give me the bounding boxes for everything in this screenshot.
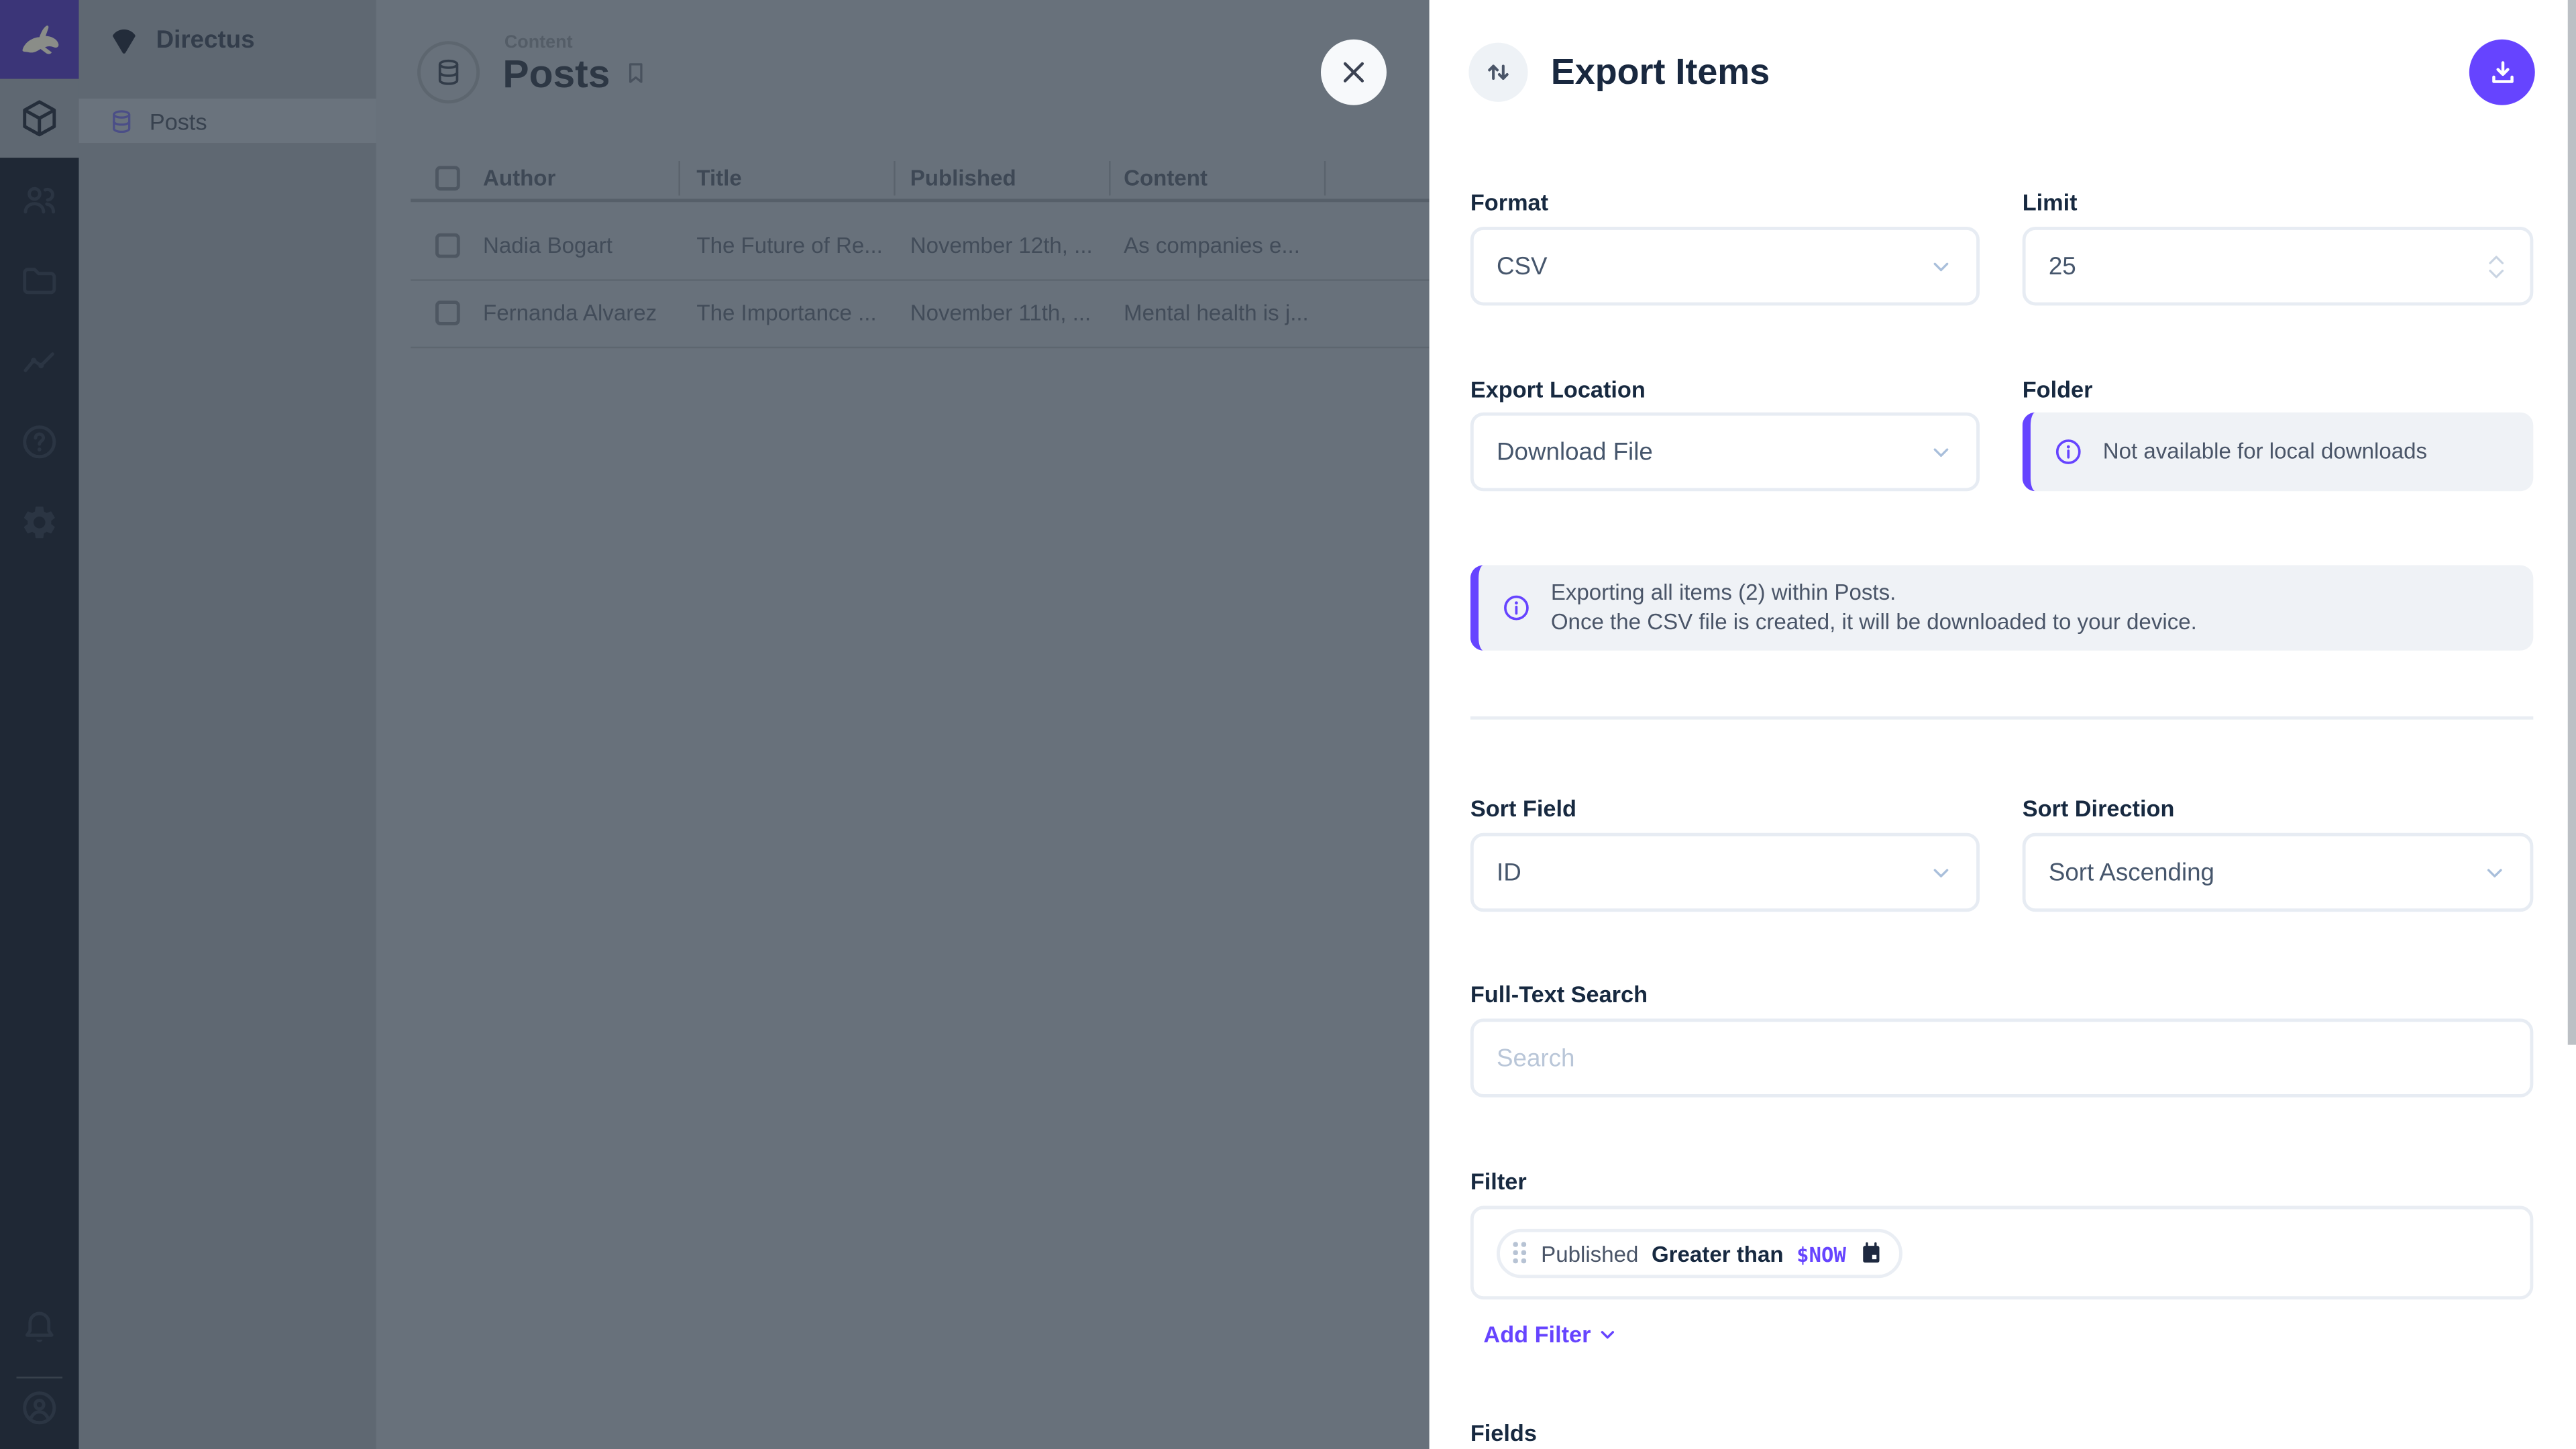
sort-direction-label: Sort Direction xyxy=(2023,795,2175,821)
export-notice-line2: Once the CSV file is created, it will be… xyxy=(1551,608,2197,637)
format-select[interactable]: CSV xyxy=(1470,227,1980,306)
folder-notice: Not available for local downloads xyxy=(2023,413,2534,492)
export-location-value: Download File xyxy=(1497,438,1929,466)
search-label: Full-Text Search xyxy=(1470,981,1648,1007)
filter-value[interactable]: $NOW xyxy=(1796,1241,1846,1266)
chevron-down-icon xyxy=(2482,860,2507,885)
chevron-down-icon xyxy=(1597,1324,1619,1345)
search-input[interactable] xyxy=(1470,1018,2533,1097)
app-root: Directus Posts Content Posts Author Titl… xyxy=(0,0,2576,1449)
add-filter-button[interactable]: Add Filter xyxy=(1483,1321,1619,1347)
section-divider xyxy=(1470,716,2533,720)
sort-direction-select[interactable]: Sort Ascending xyxy=(2023,833,2534,912)
sort-field-label: Sort Field xyxy=(1470,795,1576,821)
import-export-icon xyxy=(1483,58,1513,87)
folder-notice-text: Not available for local downloads xyxy=(2103,437,2427,466)
export-notice-line1: Exporting all items (2) within Posts. xyxy=(1551,578,2197,608)
format-label: Format xyxy=(1470,189,1548,215)
limit-input[interactable]: 25 xyxy=(2023,227,2534,306)
scrollbar-thumb[interactable] xyxy=(2568,0,2576,1045)
limit-value: 25 xyxy=(2049,252,2485,280)
filter-operator[interactable]: Greater than xyxy=(1652,1241,1784,1266)
folder-label: Folder xyxy=(2023,376,2093,402)
add-filter-label: Add Filter xyxy=(1483,1321,1591,1347)
drawer-title: Export Items xyxy=(1551,51,1770,94)
number-stepper[interactable] xyxy=(2485,252,2507,280)
calendar-icon xyxy=(1859,1242,1882,1265)
chevron-down-icon xyxy=(1929,439,1953,464)
import-export-icon-button[interactable] xyxy=(1468,43,1527,102)
download-icon xyxy=(2487,56,2518,88)
sort-field-value: ID xyxy=(1497,859,1929,887)
chevron-down-icon xyxy=(1929,254,1953,278)
close-icon xyxy=(1339,58,1368,87)
export-location-label: Export Location xyxy=(1470,376,1646,402)
stepper-up-icon xyxy=(2485,252,2507,266)
export-notice: Exporting all items (2) within Posts. On… xyxy=(1470,565,2533,650)
format-value: CSV xyxy=(1497,252,1929,280)
close-drawer-button[interactable] xyxy=(1321,40,1387,105)
limit-label: Limit xyxy=(2023,189,2078,215)
fields-label: Fields xyxy=(1470,1419,1537,1446)
info-icon xyxy=(2053,437,2083,466)
info-icon xyxy=(1501,593,1531,623)
sort-field-select[interactable]: ID xyxy=(1470,833,1980,912)
start-export-button[interactable] xyxy=(2469,40,2535,105)
sort-direction-value: Sort Ascending xyxy=(2049,859,2483,887)
stepper-down-icon xyxy=(2485,267,2507,280)
export-location-select[interactable]: Download File xyxy=(1470,413,1980,492)
filter-label: Filter xyxy=(1470,1168,1527,1194)
drag-handle-icon[interactable] xyxy=(1513,1242,1528,1265)
filter-field[interactable]: Published xyxy=(1541,1241,1638,1266)
drawer-overlay[interactable] xyxy=(0,0,1430,1449)
filter-rule-chip[interactable]: Published Greater than $NOW xyxy=(1497,1229,1902,1278)
chevron-down-icon xyxy=(1929,860,1953,885)
